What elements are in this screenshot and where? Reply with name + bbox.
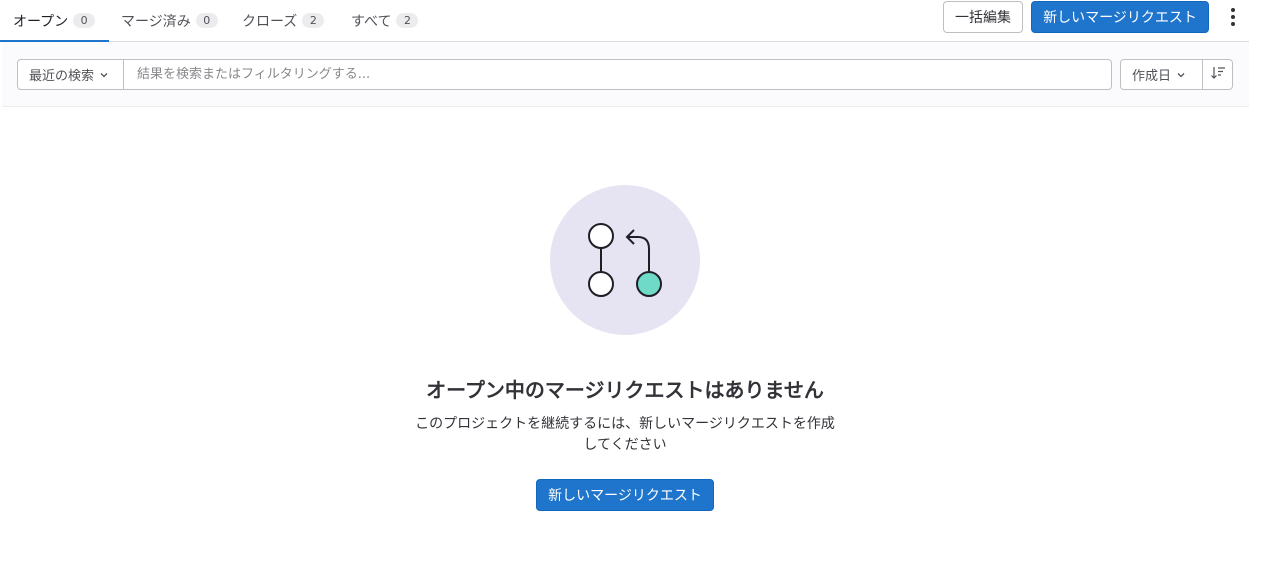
merge-request-tabs: オープン 0 マージ済み 0 クローズ 2 すべて 2 一括編集 新しいマージリ… (0, 0, 1249, 42)
tab-closed-count: 2 (302, 13, 325, 28)
recent-searches-dropdown[interactable]: 最近の検索 (17, 59, 124, 90)
merge-request-illustration (550, 185, 700, 335)
tab-open-count: 0 (73, 13, 96, 28)
empty-state-description-line: してください (583, 437, 667, 453)
tab-all-label: すべて (351, 13, 392, 30)
tab-open[interactable]: オープン 0 (0, 0, 109, 42)
chevron-down-icon (1176, 70, 1186, 80)
kebab-dot (1231, 15, 1235, 19)
kebab-dot (1231, 22, 1235, 26)
tab-merged-count: 0 (195, 13, 218, 28)
kebab-icon[interactable] (1224, 6, 1242, 28)
sort-direction-button[interactable] (1202, 59, 1233, 90)
tab-all-count: 2 (396, 13, 419, 28)
chevron-down-icon (99, 70, 109, 80)
empty-state-description-line: このプロジェクトを継続するには、新しいマージリクエストを作成 (415, 416, 835, 432)
kebab-dot (1231, 8, 1235, 12)
bulk-edit-button[interactable]: 一括編集 (943, 1, 1023, 33)
sort-icon (1210, 66, 1226, 84)
tab-all[interactable]: すべて 2 (351, 0, 419, 41)
tab-closed[interactable]: クローズ 2 (242, 0, 325, 41)
new-merge-request-button[interactable]: 新しいマージリクエスト (1031, 1, 1209, 33)
empty-state-title: オープン中のマージリクエストはありません (426, 378, 824, 402)
search-input[interactable] (123, 59, 1112, 90)
sort-field-dropdown[interactable]: 作成日 (1120, 59, 1203, 90)
recent-searches-label: 最近の検索 (29, 69, 95, 84)
tab-closed-label: クローズ (242, 13, 298, 30)
filter-bar: 最近の検索 作成日 (2, 42, 1249, 107)
empty-state-new-merge-request-button[interactable]: 新しいマージリクエスト (536, 479, 714, 511)
tab-open-label: オープン (13, 13, 69, 30)
tab-merged[interactable]: マージ済み 0 (121, 0, 218, 41)
merge-request-icon (588, 223, 662, 297)
empty-state-description: このプロジェクトを継続するには、新しいマージリクエストを作成 してください (405, 414, 845, 456)
sort-field-label: 作成日 (1132, 69, 1172, 84)
tab-merged-label: マージ済み (121, 13, 191, 30)
